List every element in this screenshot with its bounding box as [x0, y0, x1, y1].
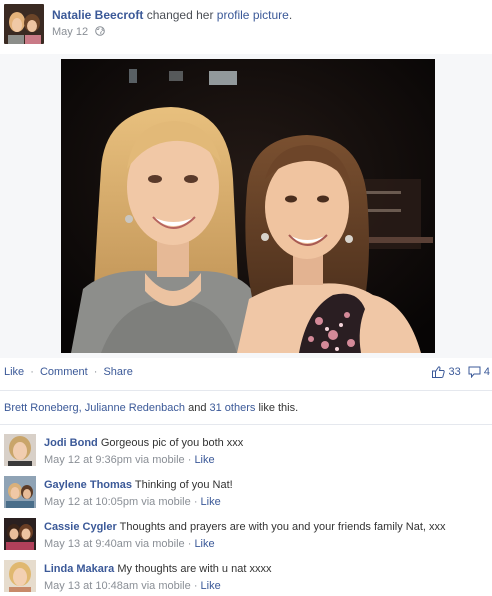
commenter-avatar[interactable] — [4, 476, 36, 508]
commenter-avatar[interactable] — [4, 560, 36, 592]
comment-text: My thoughts are with u nat xxxx — [117, 563, 272, 575]
commenter-avatar[interactable] — [4, 434, 36, 466]
comment-item: Linda Makara My thoughts are with u nat … — [0, 558, 492, 596]
comment-item: Cassie Cygler Thoughts and prayers are w… — [0, 516, 492, 560]
comment-timestamp[interactable]: May 13 at 9:40am via mobile — [44, 538, 185, 550]
comment-like-link[interactable]: Like — [194, 454, 214, 466]
comment-item: Jodi Bond Gorgeous pic of you both xxx M… — [0, 432, 492, 476]
story-headline: Natalie Beecroft changed her profile pic… — [52, 8, 292, 22]
comment-text: Gorgeous pic of you both xxx — [100, 437, 244, 449]
like-count[interactable]: 33 — [449, 366, 461, 378]
comment-body: Gaylene Thomas Thinking of you Nat! — [44, 478, 488, 492]
action-text: changed her — [146, 8, 214, 22]
action-bar: Like · Comment · Share 33 4 — [0, 366, 492, 382]
like-link[interactable]: Like — [4, 366, 24, 378]
meta-separator: · — [187, 538, 192, 550]
profile-photo[interactable] — [61, 59, 435, 353]
profile-picture-link[interactable]: profile picture — [217, 8, 289, 22]
comment-count[interactable]: 4 — [484, 366, 490, 378]
commenter-name-link[interactable]: Cassie Cygler — [44, 521, 117, 533]
engagement-counts: 33 4 — [432, 366, 490, 379]
likes-summary: Brett Roneberg, Julianne Redenbach and 3… — [4, 402, 298, 414]
meta-separator: · — [187, 454, 192, 466]
comment-body: Linda Makara My thoughts are with u nat … — [44, 562, 488, 576]
story-timestamp-row: May 12 — [52, 26, 105, 38]
comment-link[interactable]: Comment — [40, 366, 88, 378]
photo-container — [0, 54, 492, 358]
commenter-name-link[interactable]: Jodi Bond — [44, 437, 98, 449]
action-separator: · — [30, 366, 34, 378]
story-date[interactable]: May 12 — [52, 26, 88, 38]
profile-avatar[interactable] — [4, 4, 44, 44]
comment-item: Gaylene Thomas Thinking of you Nat! May … — [0, 474, 492, 518]
globe-icon[interactable] — [95, 26, 105, 36]
comment-like-link[interactable]: Like — [201, 496, 221, 508]
comment-text: Thoughts and prayers are with you and yo… — [119, 521, 446, 533]
meta-separator: · — [193, 580, 198, 592]
comment-timestamp[interactable]: May 13 at 10:48am via mobile — [44, 580, 191, 592]
action-links: Like · Comment · Share — [4, 366, 133, 378]
liker-names-link[interactable]: Brett Roneberg, Julianne Redenbach — [4, 402, 185, 414]
comment-meta: May 13 at 10:48am via mobile · Like — [44, 580, 221, 592]
comment-like-link[interactable]: Like — [201, 580, 221, 592]
comment-meta: May 13 at 9:40am via mobile · Like — [44, 538, 215, 550]
comment-text: Thinking of you Nat! — [134, 479, 233, 491]
meta-separator: · — [193, 496, 198, 508]
share-link[interactable]: Share — [103, 366, 132, 378]
actor-name-link[interactable]: Natalie Beecroft — [52, 8, 143, 22]
headline-period: . — [288, 8, 293, 22]
comment-body: Jodi Bond Gorgeous pic of you both xxx — [44, 436, 488, 450]
divider — [0, 390, 492, 391]
thumbs-up-icon[interactable] — [432, 366, 446, 379]
comment-timestamp[interactable]: May 12 at 9:36pm via mobile — [44, 454, 185, 466]
likes-suffix: like this. — [258, 402, 299, 414]
commenter-avatar[interactable] — [4, 518, 36, 550]
likes-and: and — [188, 402, 207, 414]
comment-timestamp[interactable]: May 12 at 10:05pm via mobile — [44, 496, 191, 508]
divider — [0, 424, 492, 425]
comment-body: Cassie Cygler Thoughts and prayers are w… — [44, 520, 488, 534]
comment-meta: May 12 at 9:36pm via mobile · Like — [44, 454, 215, 466]
comment-meta: May 12 at 10:05pm via mobile · Like — [44, 496, 221, 508]
commenter-name-link[interactable]: Gaylene Thomas — [44, 479, 132, 491]
commenter-name-link[interactable]: Linda Makara — [44, 563, 114, 575]
comment-like-link[interactable]: Like — [194, 538, 214, 550]
story-header: Natalie Beecroft changed her profile pic… — [0, 0, 492, 54]
likes-others-link[interactable]: 31 others — [210, 402, 256, 414]
comment-bubble-icon[interactable] — [468, 366, 481, 379]
action-separator: · — [93, 366, 98, 378]
